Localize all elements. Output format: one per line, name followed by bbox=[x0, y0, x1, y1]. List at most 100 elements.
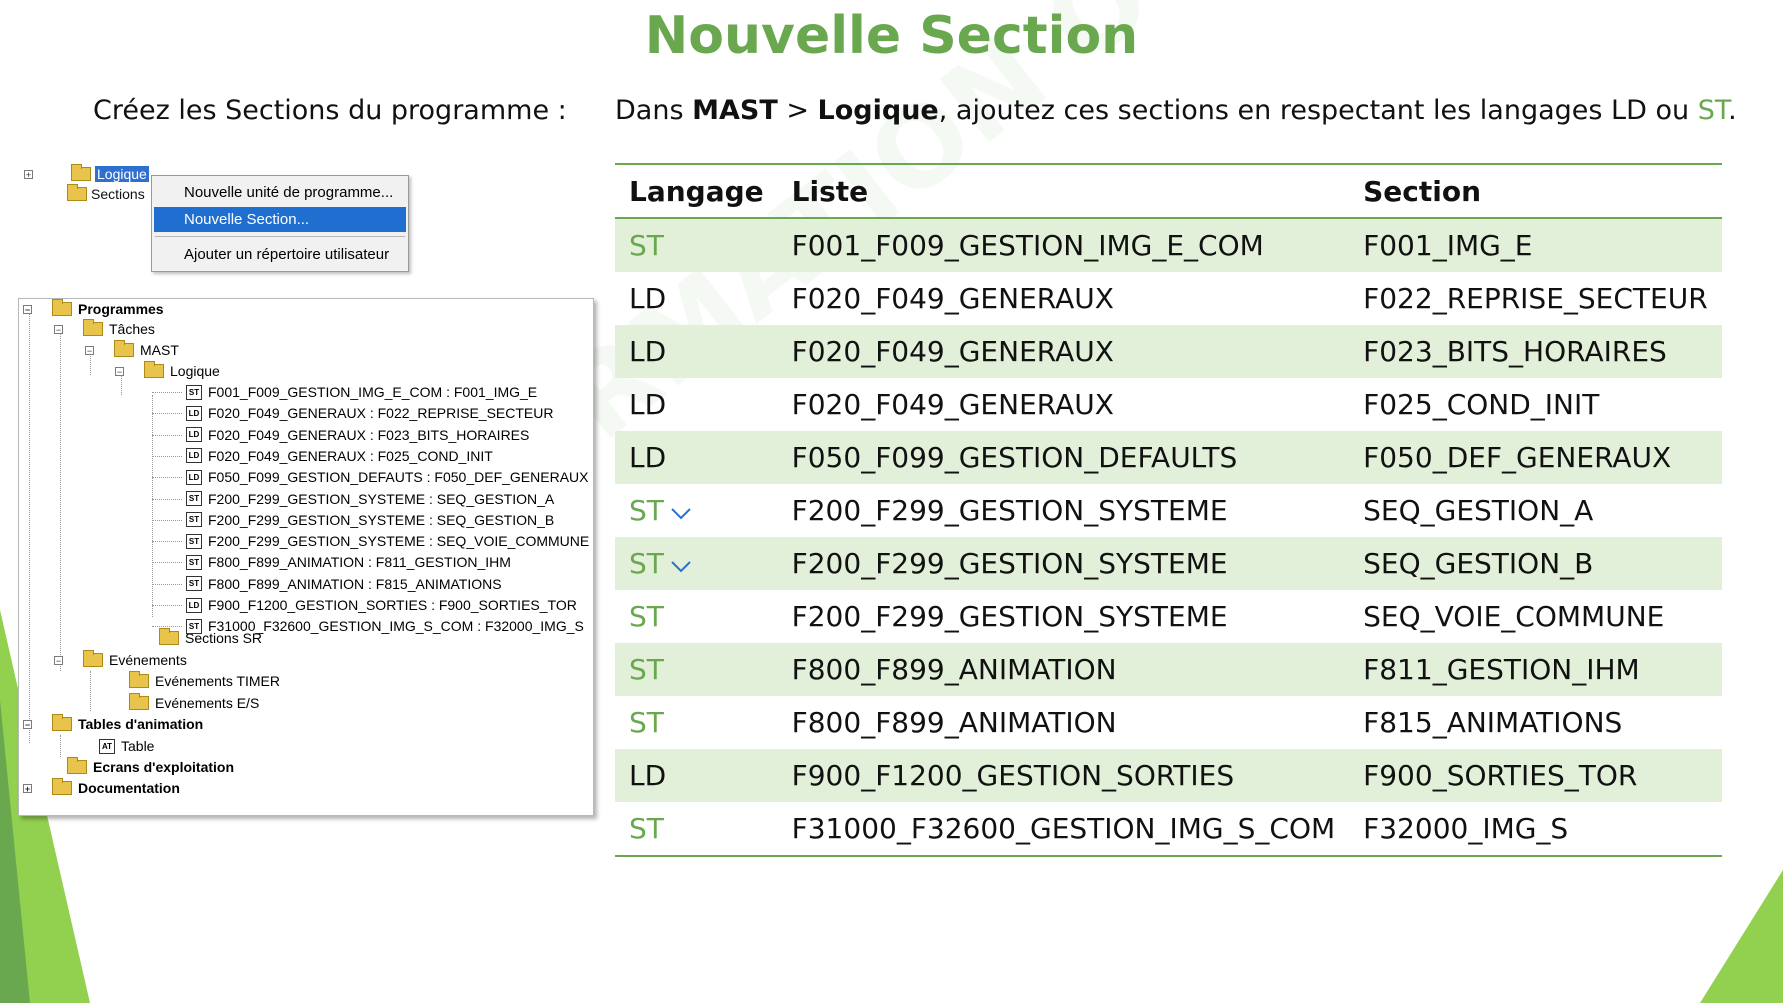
folder-icon bbox=[159, 628, 179, 645]
tree-node-sections[interactable]: Sections bbox=[67, 184, 145, 202]
cell-section: F050_DEF_GENERAUX bbox=[1349, 431, 1722, 484]
tree-section-label: F050_F099_GESTION_DEFAUTS : F050_DEF_GEN… bbox=[208, 469, 589, 486]
tree-section-label: F800_F899_ANIMATION : F815_ANIMATIONS bbox=[208, 575, 502, 592]
language-label: LD bbox=[629, 335, 667, 368]
expand-icon[interactable]: + bbox=[23, 783, 32, 793]
tree-section-item[interactable]: ST F800_F899_ANIMATION : F815_ANIMATIONS bbox=[186, 574, 502, 594]
cell-section: SEQ_GESTION_B bbox=[1349, 537, 1722, 590]
decorative-triangle-right bbox=[1700, 870, 1783, 1003]
collapse-icon[interactable]: − bbox=[85, 345, 94, 355]
folder-open-icon bbox=[83, 650, 103, 667]
tree-section-item[interactable]: ST F200_F299_GESTION_SYSTEME : SEQ_GESTIO… bbox=[186, 510, 554, 530]
tree-section-item[interactable]: LD F020_F049_GENERAUX : F022_REPRISE_SECT… bbox=[186, 403, 553, 423]
cell-langage: ST bbox=[615, 590, 778, 643]
cell-section: F815_ANIMATIONS bbox=[1363, 706, 1623, 739]
tree-node-programmes[interactable]: − Programmes bbox=[23, 299, 164, 319]
menu-separator bbox=[155, 236, 405, 237]
collapse-icon[interactable]: − bbox=[23, 719, 32, 729]
cell-section: F022_REPRISE_SECTEUR bbox=[1363, 282, 1708, 315]
tree-node-documentation[interactable]: + Documentation bbox=[23, 778, 180, 798]
cell-section: F811_GESTION_IHM bbox=[1349, 643, 1722, 696]
cell-liste: F800_F899_ANIMATION bbox=[791, 706, 1117, 739]
ld-section-icon: LD bbox=[186, 469, 202, 485]
menu-item-add-user-directory[interactable]: Ajouter un répertoire utilisateur bbox=[154, 242, 406, 267]
cell-liste: F200_F299_GESTION_SYSTEME bbox=[777, 537, 1350, 590]
page-title: Nouvelle Section bbox=[644, 6, 1139, 66]
table-row: ST F200_F299_GESTION_SYSTEME SEQ_GESTION_B bbox=[615, 537, 1722, 590]
tree-node-logique[interactable]: + Logique bbox=[24, 164, 149, 182]
tree-section-item[interactable]: ST F800_F899_ANIMATION : F811_GESTION_IHM bbox=[186, 552, 511, 572]
tree-node-mast[interactable]: − MAST bbox=[85, 340, 179, 360]
cell-langage: LD bbox=[615, 272, 778, 325]
tree-section-item[interactable]: LD F900_F1200_GESTION_SORTIES : F900_SORT… bbox=[186, 595, 577, 615]
language-label: ST bbox=[629, 706, 664, 739]
table-row: LD F020_F049_GENERAUX F023_BITS_HORAIRES bbox=[615, 325, 1722, 378]
table-row: ST F800_F899_ANIMATION F815_ANIMATIONS bbox=[615, 696, 1722, 749]
project-browser-tree: − Programmes − Tâches − MAST − Logique S… bbox=[18, 298, 594, 816]
st-section-icon: ST bbox=[186, 576, 202, 592]
table-header-row: Langage Liste Section bbox=[615, 163, 1722, 219]
folder-open-icon bbox=[144, 361, 164, 378]
tree-section-label: F800_F899_ANIMATION : F811_GESTION_IHM bbox=[208, 554, 511, 571]
tree-node-ecrans[interactable]: Ecrans d'exploitation bbox=[67, 757, 234, 777]
tree-node-logique[interactable]: − Logique bbox=[115, 361, 220, 381]
collapse-icon[interactable]: − bbox=[115, 366, 124, 376]
cell-liste: F020_F049_GENERAUX bbox=[791, 282, 1114, 315]
tree-node-evenements[interactable]: − Evénements bbox=[54, 650, 187, 670]
tree-section-item[interactable]: ST F31000_F32600_GESTION_IMG_S_COM : F320… bbox=[186, 616, 584, 636]
st-section-icon: ST bbox=[186, 384, 202, 400]
tree-node-evenements-es[interactable]: Evénements E/S bbox=[129, 693, 259, 713]
table-row: ST F200_F299_GESTION_SYSTEME SEQ_VOIE_COMM… bbox=[615, 590, 1722, 643]
language-label: LD bbox=[629, 759, 667, 792]
folder-open-icon bbox=[52, 299, 72, 316]
menu-item-new-section[interactable]: Nouvelle Section... bbox=[154, 207, 406, 232]
language-label: LD bbox=[629, 441, 667, 474]
language-label: ST bbox=[629, 812, 664, 845]
checkmark-icon bbox=[671, 508, 691, 520]
tree-section-item[interactable]: LD F050_F099_GESTION_DEFAUTS : F050_DEF_G… bbox=[186, 467, 588, 487]
cell-langage: ST bbox=[615, 643, 778, 696]
menu-item-new-program-unit[interactable]: Nouvelle unité de programme... bbox=[154, 180, 406, 205]
table-row: ST F200_F299_GESTION_SYSTEME SEQ_GESTION_A bbox=[615, 484, 1722, 537]
cell-langage: LD bbox=[615, 378, 778, 431]
collapse-icon[interactable]: − bbox=[54, 324, 63, 334]
tree-node-taches[interactable]: − Tâches bbox=[54, 319, 155, 339]
language-label: ST bbox=[629, 229, 664, 262]
right-intro-text: Dans MAST > Logique, ajoutez ces section… bbox=[615, 95, 1737, 126]
table-body: ST F001_F009_GESTION_IMG_E_COM F001_IMG_E L… bbox=[615, 218, 1722, 857]
st-section-icon: ST bbox=[186, 491, 202, 506]
cell-section: SEQ_VOIE_COMMUNE bbox=[1363, 600, 1665, 633]
tree-section-item[interactable]: ST F200_F299_GESTION_SYSTEME : SEQ_VOIE_C… bbox=[186, 531, 589, 551]
cell-langage: ST bbox=[615, 537, 778, 590]
tree-section-label: F020_F049_GENERAUX : F022_REPRISE_SECTEU… bbox=[208, 405, 554, 422]
folder-open-icon bbox=[52, 714, 72, 731]
tree-section-item[interactable]: LD F020_F049_GENERAUX : F023_BITS_HORAIRE… bbox=[186, 425, 529, 445]
folder-icon bbox=[71, 164, 91, 181]
expand-icon[interactable]: + bbox=[24, 169, 33, 179]
collapse-icon[interactable]: − bbox=[23, 304, 32, 314]
table-row: ST F31000_F32600_GESTION_IMG_S_COM F32000_… bbox=[615, 802, 1722, 857]
ld-section-icon: LD bbox=[186, 427, 202, 443]
tree-section-item[interactable]: ST F001_F009_GESTION_IMG_E_COM : F001_IMG… bbox=[186, 382, 537, 402]
cell-langage: LD bbox=[615, 325, 778, 378]
tree-section-item[interactable]: LD F020_F049_GENERAUX : F025_COND_INIT bbox=[186, 446, 493, 466]
tree-section-item[interactable]: ST F200_F299_GESTION_SYSTEME : SEQ_GESTIO… bbox=[186, 489, 554, 509]
tree-node-table[interactable]: AT Table bbox=[99, 736, 154, 756]
table-row: LD F020_F049_GENERAUX F025_COND_INIT bbox=[615, 378, 1722, 431]
language-label: LD bbox=[629, 388, 667, 421]
language-label: ST bbox=[629, 653, 664, 686]
cell-liste: F020_F049_GENERAUX bbox=[791, 388, 1114, 421]
tree-node-evenements-timer[interactable]: Evénements TIMER bbox=[129, 671, 280, 691]
cell-liste: F001_F009_GESTION_IMG_E_COM bbox=[777, 218, 1350, 272]
folder-icon bbox=[67, 757, 87, 774]
tree-section-label: F020_F049_GENERAUX : F023_BITS_HORAIRES bbox=[208, 426, 530, 443]
language-label: ST bbox=[629, 547, 664, 580]
cell-section: F900_SORTIES_TOR bbox=[1349, 749, 1722, 802]
cell-langage: ST bbox=[615, 802, 778, 857]
cell-liste: F050_F099_GESTION_DEFAULTS bbox=[777, 431, 1350, 484]
cell-section: F32000_IMG_S bbox=[1349, 802, 1722, 857]
tree-node-tables-animation[interactable]: − Tables d'animation bbox=[23, 714, 203, 734]
cell-liste: F200_F299_GESTION_SYSTEME bbox=[791, 600, 1228, 633]
folder-open-icon bbox=[114, 340, 134, 357]
collapse-icon[interactable]: − bbox=[54, 655, 63, 665]
